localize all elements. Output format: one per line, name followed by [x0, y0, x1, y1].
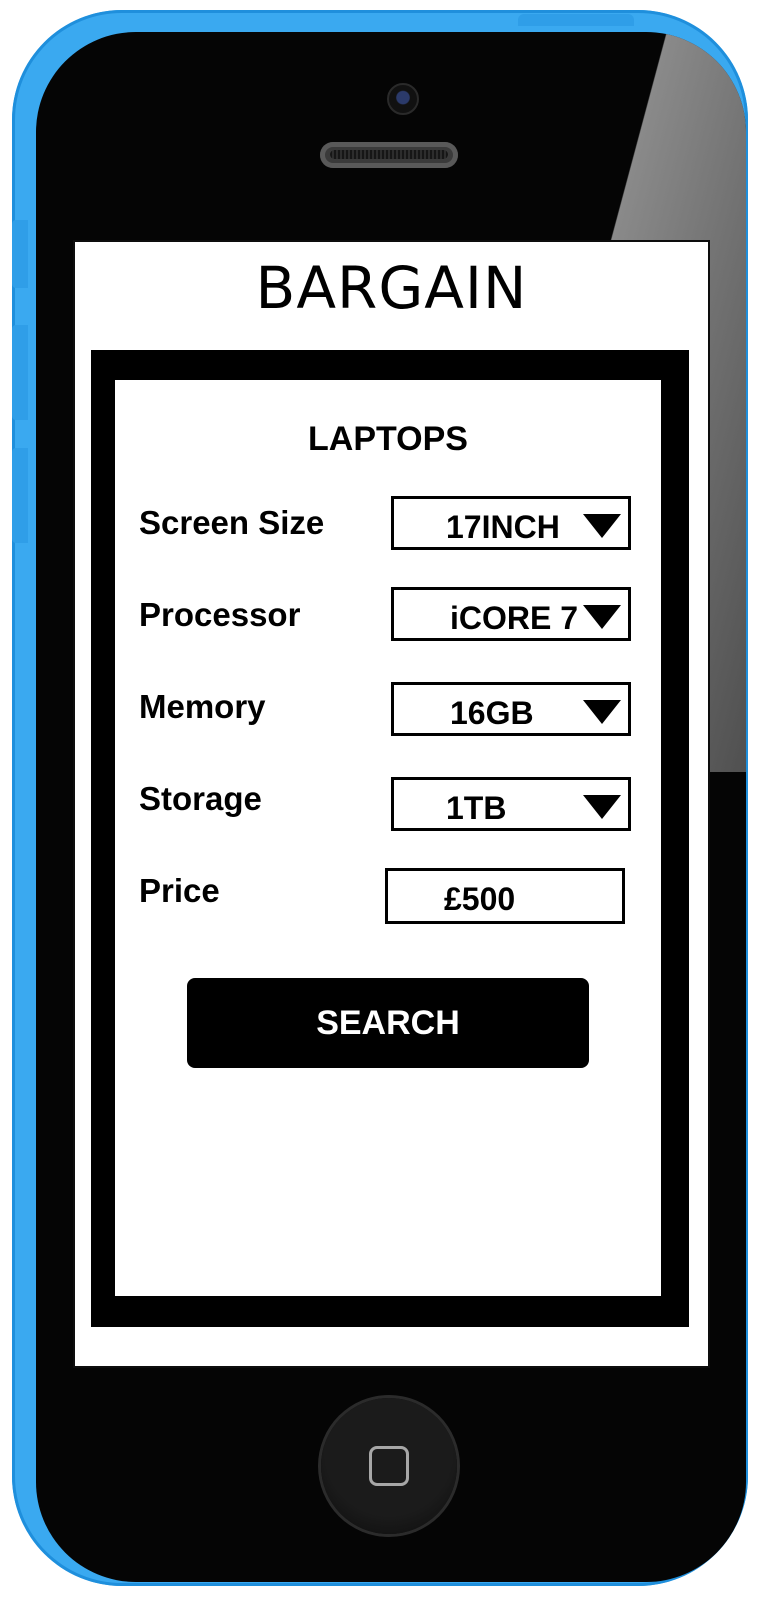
volume-down-button [12, 448, 28, 543]
search-panel: LAPTOPS Screen Size 17INCH Processor iCO… [115, 380, 661, 1296]
chevron-down-icon [583, 605, 621, 629]
chevron-down-icon [583, 514, 621, 538]
memory-dropdown[interactable]: 16GB [391, 682, 631, 736]
price-value: £500 [444, 881, 516, 917]
phone-face: BARGAIN LAPTOPS Screen Size 17INCH Proce… [36, 32, 746, 1582]
price-label: Price [139, 872, 220, 909]
home-button-icon [369, 1446, 409, 1486]
screen-size-label: Screen Size [139, 504, 325, 541]
volume-up-button [12, 325, 28, 420]
section-title: LAPTOPS [308, 420, 468, 458]
search-button[interactable]: SEARCH [187, 978, 589, 1068]
storage-dropdown[interactable]: 1TB [391, 777, 631, 831]
speaker-grille-icon [320, 142, 458, 168]
processor-dropdown[interactable]: iCORE 7 [391, 587, 631, 641]
storage-value: 1TB [446, 790, 507, 826]
camera-icon [387, 83, 419, 115]
app-title: BARGAIN [255, 254, 528, 322]
screen-size-value: 17INCH [446, 509, 560, 545]
phone-shell: BARGAIN LAPTOPS Screen Size 17INCH Proce… [12, 10, 748, 1586]
app-screen: BARGAIN LAPTOPS Screen Size 17INCH Proce… [73, 240, 710, 1368]
chevron-down-icon [583, 700, 621, 724]
processor-value: iCORE 7 [450, 600, 579, 636]
mute-switch [12, 220, 28, 288]
power-button [518, 14, 634, 26]
memory-label: Memory [139, 688, 266, 725]
chevron-down-icon [583, 795, 621, 819]
price-input[interactable]: £500 [385, 868, 625, 924]
memory-value: 16GB [450, 695, 534, 731]
home-button[interactable] [321, 1398, 457, 1534]
processor-label: Processor [139, 596, 301, 633]
screen-size-dropdown[interactable]: 17INCH [391, 496, 631, 550]
search-panel-frame: LAPTOPS Screen Size 17INCH Processor iCO… [91, 350, 689, 1327]
storage-label: Storage [139, 780, 262, 817]
